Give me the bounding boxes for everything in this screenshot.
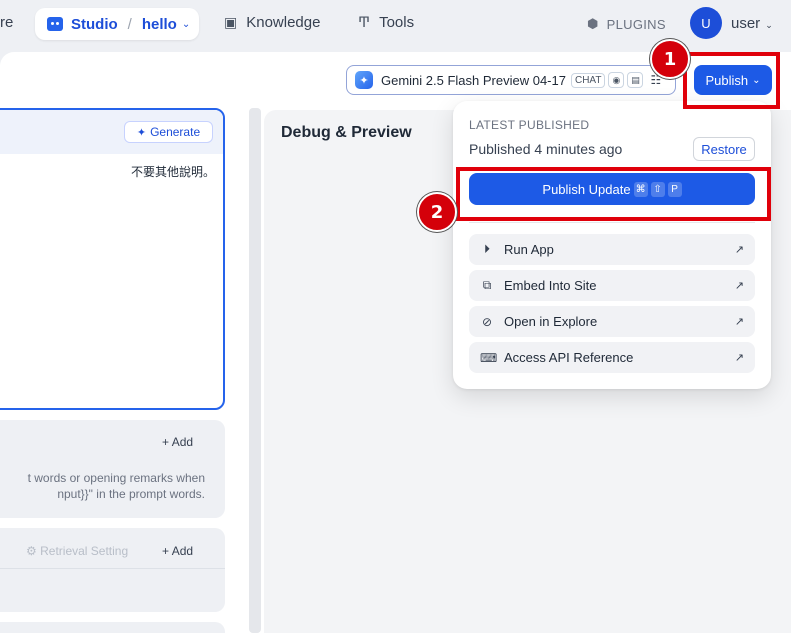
user-label: user	[731, 15, 761, 32]
published-status: Published 4 minutes ago	[469, 141, 623, 157]
avatar[interactable]: U	[690, 7, 722, 39]
arrow-up-right-icon: ↗	[734, 280, 744, 292]
generate-button[interactable]: ✦ Generate	[124, 121, 213, 143]
nav-item-knowledge[interactable]: ▣ Knowledge	[224, 14, 320, 31]
variables-desc-line1: t words or opening remarks when	[27, 471, 205, 485]
cube-icon: ⬢	[587, 16, 599, 31]
chevron-down-icon: ⌄	[765, 20, 773, 30]
restore-button[interactable]: Restore	[693, 137, 755, 161]
plugins-label: PLUGINS	[606, 16, 666, 32]
tools-label: Tools	[379, 14, 415, 31]
menu-item-access-api-reference[interactable]: ⌨ Access API Reference ↗	[469, 342, 755, 373]
annotation-highlight-publish-update	[456, 167, 771, 221]
embed-icon: ⧉	[482, 278, 492, 292]
menu-item-embed-into-site[interactable]: ⧉ Embed Into Site ↗	[469, 270, 755, 301]
nav-studio-tab[interactable]: Studio / hello ⌄	[35, 8, 199, 40]
plugins-button[interactable]: ⬢ PLUGINS	[587, 16, 666, 32]
divider	[469, 222, 755, 223]
nav-item-explore-cut[interactable]: re	[0, 14, 13, 31]
annotation-step-1-badge: 1	[650, 39, 690, 79]
document-icon: ▤	[627, 72, 644, 88]
add-context-button[interactable]: + Add	[162, 544, 193, 558]
model-name: Gemini 2.5 Flash Preview 04-17	[381, 72, 566, 88]
robot-icon	[47, 17, 63, 31]
debug-preview-title: Debug & Preview	[281, 124, 412, 141]
retrieval-setting-label: Retrieval Setting	[40, 544, 129, 558]
gemini-icon: ✦	[355, 71, 373, 89]
menu-item-label: Embed Into Site	[504, 278, 597, 293]
chevron-down-icon: ⌄	[181, 18, 191, 30]
prompt-text[interactable]: 不要其他說明。	[0, 163, 215, 180]
prompt-editor-card[interactable]	[0, 108, 225, 410]
latest-published-caption: LATEST PUBLISHED	[469, 118, 590, 132]
add-label: Add	[171, 435, 194, 449]
arrow-up-right-icon: ↗	[734, 352, 744, 364]
app-name: hello	[141, 15, 177, 33]
nav-item-tools[interactable]: Ͳ Tools	[358, 14, 414, 31]
panel-resize-handle[interactable]	[249, 108, 261, 633]
sparkle-icon: ✦	[136, 126, 147, 139]
add-label: Add	[171, 544, 194, 558]
studio-label: Studio	[71, 15, 118, 33]
variables-desc-line2: nput}}" in the prompt words.	[57, 487, 205, 501]
breadcrumb-separator: /	[127, 15, 132, 33]
tool-icon: Ͳ	[358, 14, 371, 30]
model-mode-badge: CHAT	[570, 72, 606, 88]
menu-item-label: Open in Explore	[504, 314, 598, 329]
context-card	[0, 528, 225, 612]
retrieval-setting-button[interactable]: ⚙ Retrieval Setting	[26, 544, 128, 558]
model-selector[interactable]: ✦ Gemini 2.5 Flash Preview 04-17 CHAT ◉ …	[346, 65, 676, 95]
knowledge-label: Knowledge	[246, 14, 321, 31]
add-variable-button[interactable]: + Add	[162, 435, 193, 449]
explore-icon: ⊘	[481, 314, 493, 329]
arrow-up-right-icon: ↗	[734, 316, 744, 328]
play-circle-icon: ⏵	[483, 242, 490, 256]
annotation-highlight-publish	[683, 52, 780, 109]
book-icon: ▣	[224, 14, 238, 30]
generate-label: Generate	[150, 125, 201, 139]
menu-item-label: Access API Reference	[504, 350, 634, 365]
menu-item-open-in-explore[interactable]: ⊘ Open in Explore ↗	[469, 306, 755, 337]
divider	[0, 568, 225, 569]
variables-description: t words or opening remarks when nput}}" …	[0, 470, 205, 502]
user-menu[interactable]: user ⌄	[731, 15, 773, 32]
menu-item-label: Run App	[504, 242, 554, 257]
menu-item-run-app[interactable]: ⏵ Run App ↗	[469, 234, 755, 265]
vision-icon: ◉	[608, 72, 625, 88]
arrow-up-right-icon: ↗	[734, 244, 744, 256]
settings-sliders-icon: ⚙	[26, 544, 37, 558]
terminal-icon: ⌨	[480, 350, 498, 365]
annotation-step-2-badge: 2	[417, 192, 457, 232]
next-card	[0, 622, 225, 633]
